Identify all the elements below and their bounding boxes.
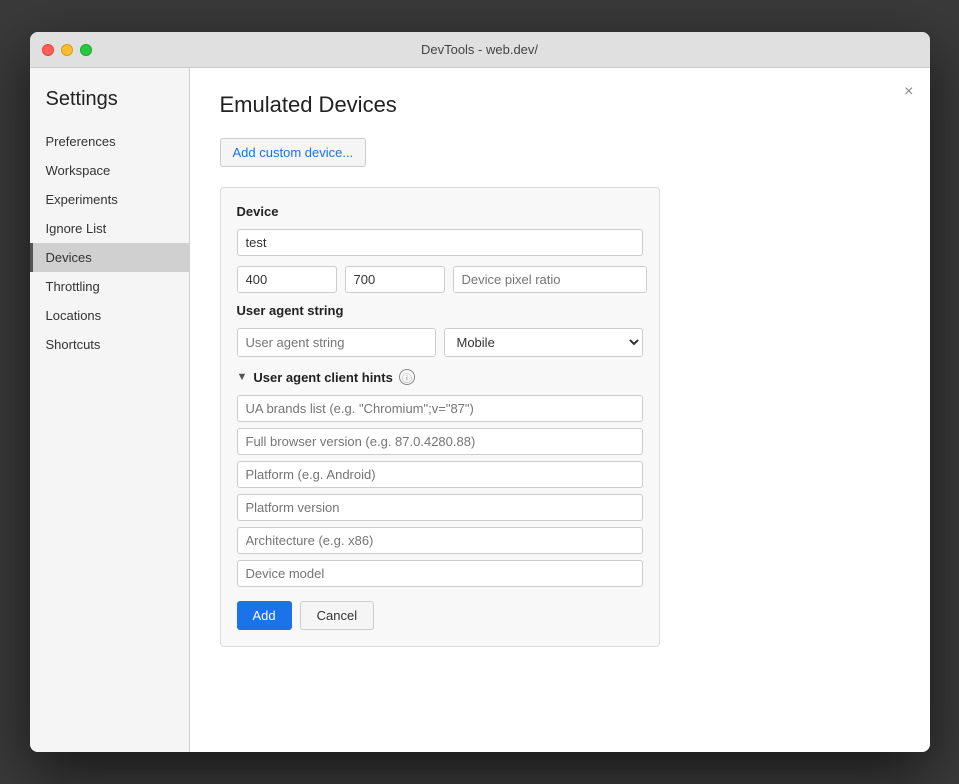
sidebar-item-locations[interactable]: Locations [30,301,189,330]
platform-version-input[interactable] [237,494,643,521]
add-custom-device-button[interactable]: Add custom device... [220,138,367,167]
ua-brands-input[interactable] [237,395,643,422]
cancel-button[interactable]: Cancel [300,601,374,630]
sidebar-item-shortcuts[interactable]: Shortcuts [30,330,189,359]
platform-input[interactable] [237,461,643,488]
traffic-lights [42,44,92,56]
window-body: Settings Preferences Workspace Experimen… [30,68,930,752]
device-form: Device User agent string Mobile Desktop [220,187,660,647]
form-actions: Add Cancel [237,601,643,630]
sidebar-item-ignore-list[interactable]: Ignore List [30,214,189,243]
device-model-input[interactable] [237,560,643,587]
device-name-input[interactable] [237,229,643,256]
app-window: DevTools - web.dev/ Settings Preferences… [30,32,930,752]
full-browser-version-input[interactable] [237,428,643,455]
page-title: Emulated Devices [220,92,900,118]
device-pixel-ratio-input[interactable] [453,266,647,293]
hints-inputs [237,395,643,587]
sidebar: Settings Preferences Workspace Experimen… [30,68,190,752]
device-section-label: Device [237,204,643,219]
device-name-row [237,229,643,256]
sidebar-heading: Settings [30,88,189,127]
close-button[interactable]: × [904,84,913,100]
sidebar-item-throttling[interactable]: Throttling [30,272,189,301]
device-height-input[interactable] [345,266,445,293]
titlebar: DevTools - web.dev/ [30,32,930,68]
main-content: × Emulated Devices Add custom device... … [190,68,930,752]
device-dimensions-row [237,266,643,293]
close-window-button[interactable] [42,44,54,56]
sidebar-item-workspace[interactable]: Workspace [30,156,189,185]
hints-section-row: ▼ User agent client hints ⓘ [237,369,643,385]
hints-section-label: User agent client hints [253,370,392,385]
minimize-window-button[interactable] [61,44,73,56]
device-width-input[interactable] [237,266,337,293]
sidebar-item-preferences[interactable]: Preferences [30,127,189,156]
ua-section-label: User agent string [237,303,643,318]
architecture-input[interactable] [237,527,643,554]
add-button[interactable]: Add [237,601,292,630]
maximize-window-button[interactable] [80,44,92,56]
info-icon[interactable]: ⓘ [399,369,415,385]
collapse-icon[interactable]: ▼ [237,371,248,383]
sidebar-item-devices[interactable]: Devices [30,243,189,272]
sidebar-item-experiments[interactable]: Experiments [30,185,189,214]
window-title: DevTools - web.dev/ [421,42,538,57]
ua-string-row: Mobile Desktop Custom [237,328,643,357]
ua-string-input[interactable] [237,328,436,357]
ua-type-select[interactable]: Mobile Desktop Custom [444,328,643,357]
